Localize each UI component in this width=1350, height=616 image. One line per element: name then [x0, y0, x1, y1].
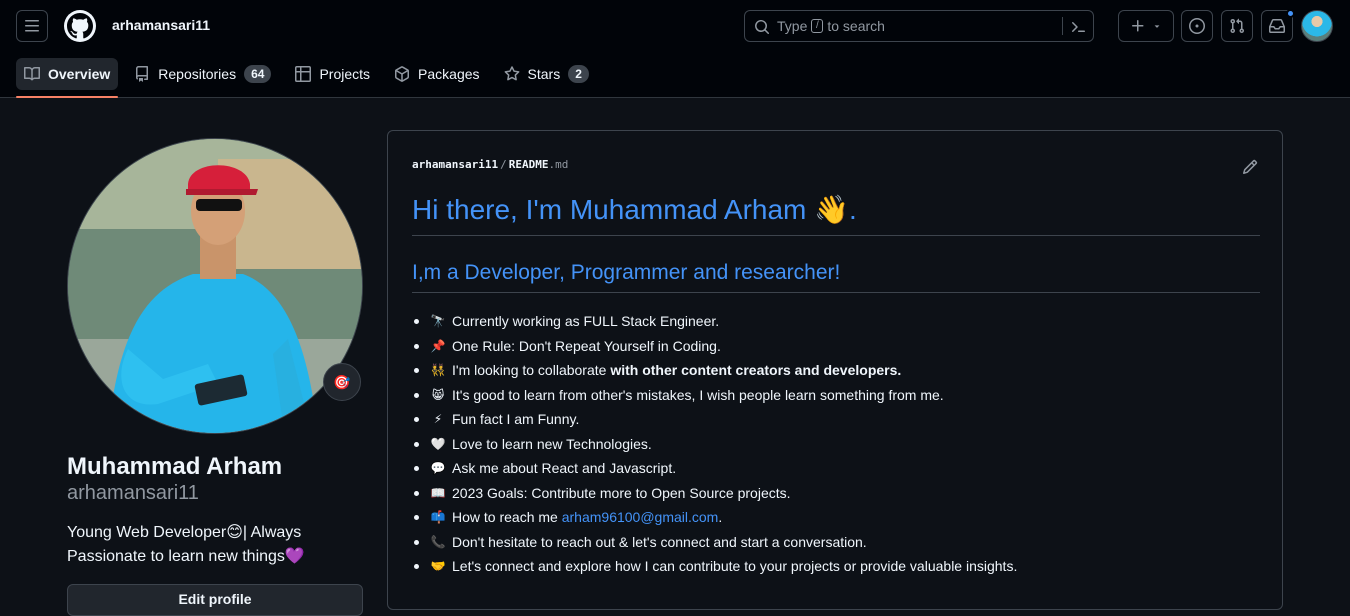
plus-icon — [1132, 20, 1144, 32]
list-item: 💬 Ask me about React and Javascript. — [412, 456, 1260, 481]
profile-full-name: Muhammad Arham — [67, 453, 283, 480]
readme-path: arhamansari11/README.md — [412, 158, 568, 171]
tab-overview[interactable]: Overview — [16, 58, 119, 98]
profile-username: arhamansari11 — [67, 482, 199, 504]
pencil-icon[interactable] — [1242, 159, 1258, 175]
inbox-icon — [1269, 19, 1285, 33]
list-item-text: One Rule: Don't Repeat Yourself in Codin… — [452, 337, 721, 354]
search-placeholder-suffix: to search — [827, 18, 885, 34]
profile-tabs: Overview Repositories 64 Projects Packag… — [16, 58, 605, 98]
list-item-text: Don't hesitate to reach out & let's conn… — [452, 533, 867, 550]
list-item-text: 2023 Goals: Contribute more to Open Sour… — [452, 484, 791, 501]
tab-overview-label: Overview — [48, 66, 111, 82]
readme-heading: Hi there, I'm Muhammad Arham 👋. — [412, 193, 1260, 236]
user-avatar-menu[interactable] — [1301, 10, 1333, 42]
open-book-icon: 📖 — [430, 485, 446, 500]
list-item-text: Let's connect and explore how I can cont… — [452, 558, 1018, 575]
handshake-icon: 🤝 — [430, 559, 446, 574]
tab-repositories-label: Repositories — [158, 66, 237, 82]
telescope-icon: 🔭 — [430, 314, 446, 329]
github-logo-icon[interactable] — [64, 10, 96, 42]
list-item-text: Love to learn new Technologies. — [452, 435, 652, 452]
book-icon — [24, 66, 40, 81]
target-icon: 🎯 — [333, 373, 351, 390]
search-icon — [755, 20, 770, 35]
issue-opened-icon — [1189, 18, 1205, 34]
tab-packages[interactable]: Packages — [386, 58, 487, 90]
readme-file-name[interactable]: README — [509, 158, 549, 171]
white-heart-icon: 🤍 — [430, 436, 446, 451]
readme-subheading: I,m a Developer, Programmer and research… — [412, 261, 1260, 293]
tab-stars[interactable]: Stars 2 — [496, 58, 597, 90]
path-separator: / — [500, 158, 507, 171]
header-username[interactable]: arhamansari11 — [112, 17, 210, 33]
star-icon — [504, 66, 519, 81]
lightning-icon: ⚡ — [433, 412, 443, 427]
search-shortcut-key: / — [811, 19, 824, 33]
tab-projects[interactable]: Projects — [287, 58, 378, 90]
profile-photo — [68, 139, 362, 433]
list-item: 📫 How to reach me arham96100@gmail.com. — [412, 505, 1260, 530]
edit-profile-button[interactable]: Edit profile — [67, 584, 363, 616]
list-item-text: Fun fact I am Funny. — [452, 411, 580, 428]
table-icon — [295, 66, 312, 82]
list-item: 👯 I'm looking to collaborate with other c… — [412, 358, 1260, 383]
mailbox-icon: 📫 — [430, 510, 446, 525]
profile-avatar[interactable] — [67, 138, 363, 434]
command-palette-icon[interactable] — [1070, 19, 1086, 35]
email-link[interactable]: arham96100@gmail.com — [562, 509, 719, 525]
list-item-text: I'm looking to collaborate — [452, 362, 611, 379]
speech-bubble-icon: 💬 — [430, 461, 446, 476]
smiling-cat-icon: 😸 — [431, 387, 445, 402]
list-item: ⚡ Fun fact I am Funny. — [412, 407, 1260, 432]
menu-icon — [25, 20, 39, 32]
list-item-text: Ask me about React and Javascript. — [452, 460, 677, 477]
pushpin-icon: 📌 — [430, 338, 446, 353]
list-item: 🤍 Love to learn new Technologies. — [412, 432, 1260, 457]
list-item-text: It's good to learn from other's mistakes… — [452, 386, 944, 403]
list-item: 🔭 Currently working as FULL Stack Enginee… — [412, 309, 1260, 334]
list-item: 📞 Don't hesitate to reach out & let's con… — [412, 530, 1260, 555]
list-item-suffix: . — [718, 509, 723, 526]
tab-packages-label: Packages — [418, 66, 480, 82]
list-item: 🤝 Let's connect and explore how I can con… — [412, 554, 1260, 579]
list-item-text: Currently working as FULL Stack Engineer… — [452, 313, 720, 330]
list-item: 📖 2023 Goals: Contribute more to Open Sou… — [412, 481, 1260, 506]
readme-bullet-list: 🔭 Currently working as FULL Stack Enginee… — [412, 309, 1260, 579]
tab-repositories[interactable]: Repositories 64 — [126, 58, 279, 90]
repo-icon — [136, 66, 149, 82]
repositories-count-badge: 64 — [244, 65, 272, 83]
list-item: 📌 One Rule: Don't Repeat Yourself in Codi… — [412, 334, 1260, 359]
list-item-bold-text: with other content creators and develope… — [610, 362, 902, 379]
search-placeholder-prefix: Type — [777, 18, 808, 34]
top-navigation: arhamansari11 Type / to search Overview … — [0, 0, 1350, 98]
dancers-icon: 👯 — [430, 363, 446, 378]
issues-button[interactable] — [1181, 10, 1213, 42]
create-new-button[interactable] — [1118, 10, 1174, 42]
search-divider — [1062, 17, 1063, 35]
status-emoji-button[interactable]: 🎯 — [323, 363, 361, 401]
notification-indicator — [1286, 9, 1295, 18]
git-pull-request-icon — [1230, 18, 1245, 34]
search-input[interactable]: Type / to search — [744, 10, 1094, 42]
telephone-icon: 📞 — [430, 534, 446, 549]
profile-bio: Young Web Developer😊| Always Passionate … — [67, 524, 305, 565]
tab-stars-label: Stars — [527, 66, 561, 82]
tab-projects-label: Projects — [319, 66, 371, 82]
search-placeholder: Type / to search — [777, 18, 885, 34]
list-item-text: How to reach me — [452, 509, 562, 526]
list-item: 😸 It's good to learn from other's mistake… — [412, 383, 1260, 408]
readme-card: arhamansari11/README.md Hi there, I'm Mu… — [387, 130, 1283, 610]
stars-count-badge: 2 — [568, 65, 589, 83]
package-icon — [395, 66, 410, 82]
readme-owner-link[interactable]: arhamansari11 — [412, 158, 498, 171]
readme-file-ext: .md — [548, 158, 569, 171]
hamburger-menu-button[interactable] — [16, 10, 48, 42]
triangle-down-icon — [1154, 25, 1160, 28]
pull-requests-button[interactable] — [1221, 10, 1253, 42]
